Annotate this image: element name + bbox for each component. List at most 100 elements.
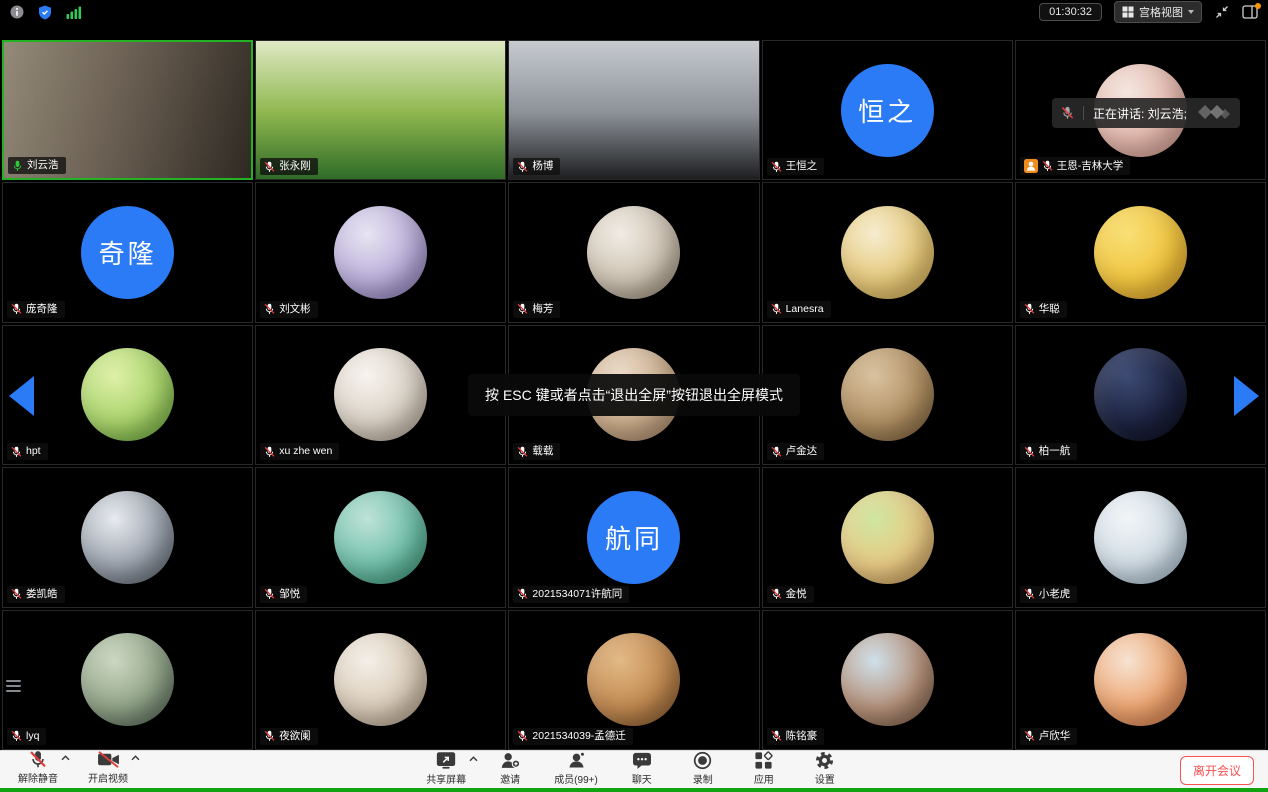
toolbar-item-chat[interactable]: 聊天 [625, 750, 659, 786]
previous-page-arrow[interactable] [9, 376, 34, 416]
toolbar-item-members[interactable]: 成员(99+) [554, 750, 598, 786]
toolbar-item-apps[interactable]: 应用 [747, 750, 781, 786]
participant-tile[interactable]: 卢欣华 [1015, 610, 1266, 750]
participant-name: Lanesra [786, 303, 824, 316]
mic-muted-icon [264, 446, 275, 458]
participant-name: 王恒之 [786, 160, 818, 173]
participant-avatar [334, 206, 427, 299]
participant-name: 卢金达 [786, 445, 818, 458]
network-signal-icon[interactable] [66, 6, 82, 19]
mic-muted-icon [1061, 106, 1084, 120]
participant-tile[interactable]: 奇隆庞奇隆 [2, 182, 253, 322]
participant-tile[interactable]: 柏一航 [1015, 325, 1266, 465]
notification-dot [1255, 3, 1261, 9]
participant-tile[interactable]: 夜欲阑 [255, 610, 506, 750]
toolbar-item-share-screen[interactable]: 共享屏幕 [426, 750, 466, 786]
participant-name-tag: lyq [7, 728, 46, 745]
mic-muted-icon [1042, 160, 1053, 172]
mic-muted-icon [1024, 303, 1035, 315]
participant-tile[interactable]: Lanesra [762, 182, 1013, 322]
participant-avatar [841, 491, 934, 584]
mic-muted-icon [771, 588, 782, 600]
chevron-up-icon[interactable] [131, 753, 140, 764]
participant-name: 2021534071许航同 [532, 588, 622, 601]
mic-muted-icon [1024, 588, 1035, 600]
participant-name: 刘文彬 [279, 303, 311, 316]
participant-avatar [334, 491, 427, 584]
toolbar-item-record[interactable]: 录制 [686, 750, 720, 786]
participant-tile[interactable]: 恒之王恒之 [762, 40, 1013, 180]
participant-name: 2021534039-孟德迁 [532, 730, 625, 743]
participant-name: 金悦 [786, 588, 807, 601]
participant-tile[interactable]: hpt [2, 325, 253, 465]
mic-muted-icon [11, 588, 22, 600]
toolbar-item-mic-muted[interactable]: 解除静音 [18, 749, 58, 785]
view-mode-label: 宫格视图 [1139, 4, 1183, 20]
chevron-up-icon[interactable] [469, 754, 478, 765]
participant-name-tag: 王恒之 [767, 158, 825, 175]
participant-tile[interactable]: 张永刚 [255, 40, 506, 180]
participant-name: 梅芳 [532, 303, 553, 316]
side-panel-toggle[interactable] [1242, 5, 1258, 19]
mic-muted-icon [264, 588, 275, 600]
participant-tile[interactable]: 娄凯皓 [2, 467, 253, 607]
toolbar-center-group: 共享屏幕邀请成员(99+) 聊天 录制 应用 设置 [426, 750, 842, 789]
grid-view-icon [1122, 6, 1134, 18]
participant-tile[interactable]: 华聪 [1015, 182, 1266, 322]
participant-name-tag: 庞奇隆 [7, 301, 65, 318]
mic-muted-icon [771, 303, 782, 315]
participant-name: 卢欣华 [1039, 730, 1071, 743]
participant-tile[interactable]: 杨博 [508, 40, 759, 180]
toolbar-item-settings[interactable]: 设置 [808, 750, 842, 786]
leave-meeting-button[interactable]: 离开会议 [1180, 756, 1254, 785]
mic-muted-icon [771, 730, 782, 742]
mic-muted-icon [264, 730, 275, 742]
participant-name: xu zhe wen [279, 445, 332, 458]
participant-tile[interactable]: 刘文彬 [255, 182, 506, 322]
toolbar-item-invite[interactable]: 邀请 [493, 750, 527, 786]
next-page-arrow[interactable] [1234, 376, 1259, 416]
mic-muted-icon [517, 446, 528, 458]
participant-name-tag: 刘文彬 [260, 301, 318, 318]
toolbar-left-group: 解除静音开启视频 [18, 749, 128, 785]
toolbar-item-label: 聊天 [632, 771, 652, 786]
participant-name: 载载 [532, 445, 553, 458]
participant-tile[interactable]: 刘云浩 [2, 40, 253, 180]
top-bar-left [10, 5, 82, 20]
view-mode-button[interactable]: 宫格视图 [1114, 1, 1202, 23]
participant-name: 陈铭豪 [786, 730, 818, 743]
participant-tile[interactable]: 陈铭豪 [762, 610, 1013, 750]
participant-tile[interactable]: 航同2021534071许航同 [508, 467, 759, 607]
camera-off-icon [97, 749, 120, 769]
list-indicator-icon[interactable] [6, 680, 21, 692]
mic-active-icon [12, 160, 23, 172]
participant-name-tag: 柏一航 [1020, 443, 1078, 460]
info-icon[interactable] [10, 5, 24, 19]
meeting-timer: 01:30:32 [1039, 3, 1102, 21]
participant-avatar [334, 633, 427, 726]
toolbar-item-label: 应用 [754, 771, 774, 786]
mic-muted-icon [771, 446, 782, 458]
participant-tile[interactable]: 金悦 [762, 467, 1013, 607]
toolbar-item-label: 录制 [693, 771, 713, 786]
mic-muted-icon [517, 730, 528, 742]
chevron-up-icon[interactable] [61, 753, 70, 764]
participant-tile[interactable]: lyq [2, 610, 253, 750]
mic-muted-icon [517, 161, 528, 173]
participant-name-tag: 娄凯皓 [7, 586, 65, 603]
security-shield-icon[interactable] [38, 5, 52, 20]
participant-tile[interactable]: 2021534039-孟德迁 [508, 610, 759, 750]
participant-name: 杨博 [532, 160, 553, 173]
mic-muted-icon [517, 588, 528, 600]
participant-avatar [1094, 206, 1187, 299]
exit-fullscreen-icon[interactable] [1214, 4, 1230, 20]
participant-tile[interactable]: 梅芳 [508, 182, 759, 322]
participant-tile[interactable]: 小老虎 [1015, 467, 1266, 607]
participant-name-tag: 陈铭豪 [767, 728, 825, 745]
participant-name-tag: hpt [7, 443, 48, 460]
participant-tile[interactable]: 邹悦 [255, 467, 506, 607]
participant-name-tag: 邹悦 [260, 586, 307, 603]
participant-name-tag: 杨博 [513, 158, 560, 175]
participant-avatar [841, 206, 934, 299]
toolbar-item-camera-off[interactable]: 开启视频 [88, 749, 128, 785]
